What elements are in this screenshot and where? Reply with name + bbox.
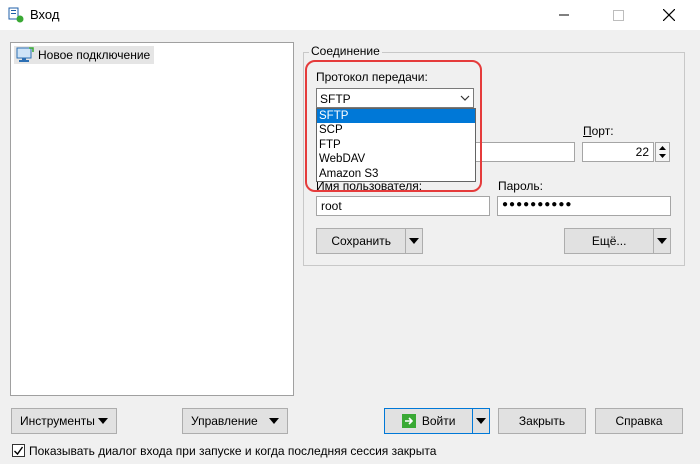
username-value: root bbox=[321, 199, 342, 213]
save-button[interactable]: Сохранить bbox=[316, 228, 423, 254]
app-icon bbox=[8, 7, 24, 23]
login-button[interactable]: Войти bbox=[384, 408, 490, 434]
session-group-title: Соединение bbox=[309, 44, 382, 58]
close-button-label: Закрыть bbox=[518, 414, 566, 428]
computer-icon bbox=[16, 47, 34, 62]
login-button-content: Войти bbox=[385, 414, 472, 428]
login-dropdown-arrow[interactable] bbox=[472, 409, 489, 433]
triangle-down-icon bbox=[98, 418, 108, 424]
triangle-down-icon bbox=[409, 238, 420, 244]
window-title: Вход bbox=[30, 7, 60, 22]
show-dialog-label[interactable]: Показывать диалог входа при запуске и ко… bbox=[29, 444, 436, 458]
port-stepper[interactable] bbox=[655, 142, 670, 162]
manage-button-label: Управление bbox=[191, 414, 258, 428]
password-value: ●●●●●●●●●● bbox=[502, 199, 573, 210]
advanced-button-label: Ещё... bbox=[591, 234, 627, 248]
password-field[interactable]: ●●●●●●●●●● bbox=[497, 196, 671, 216]
minimize-button[interactable] bbox=[541, 0, 587, 30]
stepper-arrows-icon bbox=[659, 146, 666, 158]
advanced-button[interactable]: Ещё... bbox=[564, 228, 671, 254]
tools-button[interactable]: Инструменты bbox=[11, 408, 117, 434]
highlight-ring bbox=[305, 60, 482, 192]
close-window-button[interactable] bbox=[646, 0, 692, 30]
login-button-label: Войти bbox=[421, 414, 456, 428]
site-item-label: Новое подключение bbox=[38, 48, 151, 62]
maximize-button[interactable] bbox=[595, 0, 641, 30]
triangle-down-icon bbox=[657, 238, 668, 244]
show-dialog-checkbox[interactable] bbox=[12, 444, 25, 457]
port-field[interactable]: 22 bbox=[582, 142, 654, 162]
help-button-label: Справка bbox=[615, 414, 663, 428]
help-button[interactable]: Справка bbox=[595, 408, 683, 434]
username-field[interactable]: root bbox=[316, 196, 490, 216]
advanced-dropdown-arrow[interactable] bbox=[653, 229, 670, 253]
site-item-new-connection[interactable]: Новое подключение bbox=[14, 46, 155, 64]
port-label: Порт: bbox=[583, 124, 614, 138]
password-label: Пароль: bbox=[498, 179, 543, 193]
triangle-down-icon bbox=[476, 418, 487, 424]
port-value: 22 bbox=[635, 145, 649, 159]
site-tree[interactable]: Новое подключение bbox=[10, 42, 294, 396]
save-button-label: Сохранить bbox=[331, 234, 391, 248]
minimize-icon bbox=[559, 14, 569, 16]
maximize-icon bbox=[612, 9, 624, 21]
login-icon bbox=[401, 414, 416, 428]
save-dropdown-arrow[interactable] bbox=[405, 229, 422, 253]
tools-button-label: Инструменты bbox=[20, 414, 95, 428]
triangle-down-icon bbox=[269, 418, 279, 424]
checkmark-icon bbox=[14, 446, 24, 456]
close-icon bbox=[663, 9, 675, 21]
manage-button[interactable]: Управление bbox=[182, 408, 288, 434]
close-button[interactable]: Закрыть bbox=[498, 408, 586, 434]
